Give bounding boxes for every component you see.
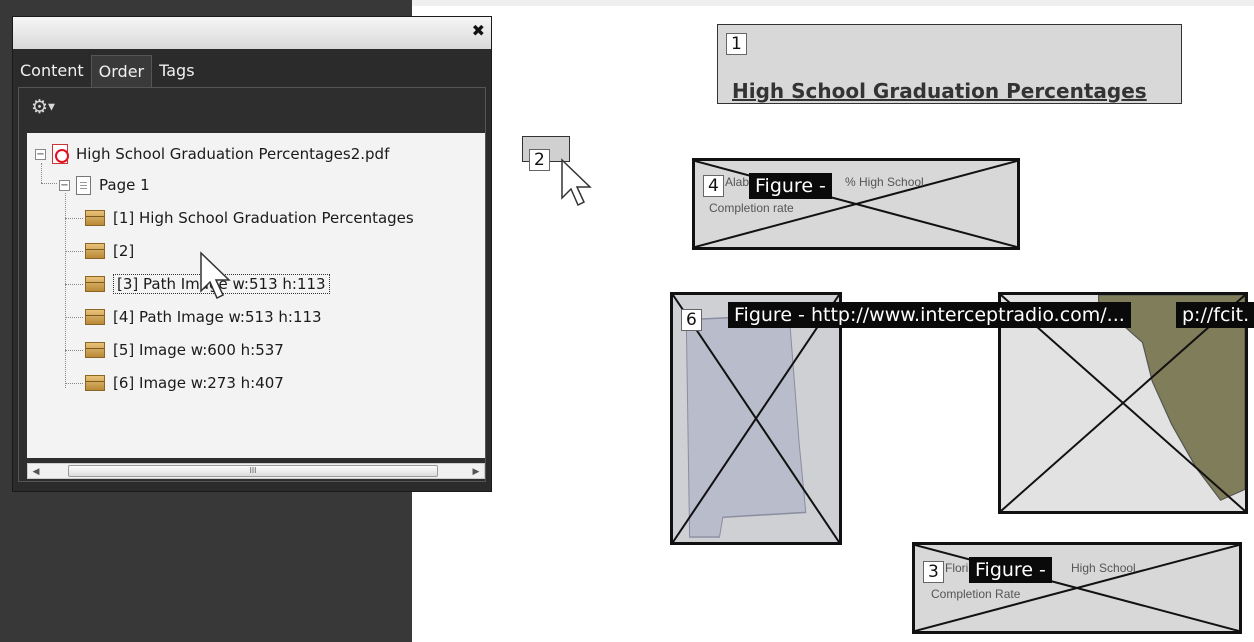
tree-item-1[interactable]: [1] High School Graduation Percentages <box>85 205 414 231</box>
faint-text: Completion Rate <box>931 587 1021 601</box>
tree-item-label: [5] Image w:600 h:537 <box>113 341 284 359</box>
gear-icon[interactable]: ⚙▼ <box>31 96 55 118</box>
box-title: High School Graduation Percentages <box>732 79 1147 103</box>
drag-pointer-icon <box>561 158 592 207</box>
order-tree: − High School Graduation Percentages2.pd… <box>27 133 485 458</box>
scroll-left-icon[interactable]: ◀ <box>28 464 44 478</box>
order-number-badge: 1 <box>726 33 747 55</box>
faint-text: Completion rate <box>709 201 794 215</box>
order-number-badge: 6 <box>681 309 702 331</box>
order-number-badge: 4 <box>703 175 724 197</box>
container-icon <box>85 309 105 325</box>
tree-item-5[interactable]: [5] Image w:600 h:537 <box>85 337 284 363</box>
container-icon <box>85 210 105 226</box>
figure-tooltip: Figure - <box>969 557 1052 583</box>
tag-box-3[interactable]: Flori High School Completion Rate 3 Figu… <box>912 542 1242 634</box>
tree-connector <box>65 193 66 388</box>
scrollbar-thumb[interactable]: III <box>68 465 438 477</box>
panel-body: ⚙▼ − High School Graduation Percentages2… <box>18 87 486 482</box>
page-icon <box>76 175 91 195</box>
faint-text: Flori <box>945 561 969 575</box>
tab-order[interactable]: Order <box>90 55 153 87</box>
figure-tooltip: Figure - <box>749 173 832 199</box>
collapse-icon[interactable]: − <box>59 179 70 191</box>
tree-connector <box>65 284 83 285</box>
figure-tooltip: Figure - http://www.interceptradio.com/.… <box>728 302 1131 328</box>
collapse-icon[interactable]: − <box>35 148 46 160</box>
faint-text: High School <box>1071 561 1136 575</box>
container-icon <box>85 342 105 358</box>
tree-item-label: [2] <box>113 242 135 260</box>
order-number-badge: 2 <box>529 149 550 171</box>
alabama-map-image <box>673 295 839 542</box>
order-number-badge: 3 <box>923 561 944 583</box>
tree-item-label: [4] Path Image w:513 h:113 <box>113 308 322 326</box>
horizontal-scrollbar[interactable]: ◀ III ▶ <box>27 463 485 479</box>
mouse-pointer-icon <box>200 251 231 300</box>
faint-text: % High School <box>845 175 924 189</box>
tab-content[interactable]: Content <box>13 55 91 87</box>
tree-item-4[interactable]: [4] Path Image w:513 h:113 <box>85 304 322 330</box>
close-icon[interactable]: ✖ <box>472 21 485 40</box>
panel-titlebar: ✖ <box>13 17 491 49</box>
tab-tags[interactable]: Tags <box>152 55 201 87</box>
tree-connector <box>65 251 83 252</box>
tree-item-document[interactable]: − High School Graduation Percentages2.pd… <box>35 141 389 167</box>
panel-tabs: Content Order Tags <box>13 55 202 87</box>
tag-box-4[interactable]: Alaba % High School Completion rate 4 Fi… <box>692 158 1020 250</box>
tag-box-1[interactable]: 1 High School Graduation Percentages <box>717 24 1182 104</box>
tree-item-6[interactable]: [6] Image w:273 h:407 <box>85 370 284 396</box>
tree-connector <box>65 350 83 351</box>
tree-item-label: [6] Image w:273 h:407 <box>113 374 284 392</box>
container-icon <box>85 243 105 259</box>
tree-item-page[interactable]: − Page 1 <box>59 172 150 198</box>
figure-tooltip-continued: p://fcit. <box>1176 302 1254 328</box>
page-label: Page 1 <box>99 176 150 194</box>
tree-item-label: [1] High School Graduation Percentages <box>113 209 414 227</box>
tag-box-6[interactable]: 6 <box>670 292 842 545</box>
scroll-right-icon[interactable]: ▶ <box>468 464 484 478</box>
document-label: High School Graduation Percentages2.pdf <box>76 145 390 163</box>
top-strip <box>412 0 1254 6</box>
order-panel: ✖ Content Order Tags ⚙▼ − High School Gr… <box>12 16 492 492</box>
container-icon <box>85 375 105 391</box>
tree-item-2[interactable]: [2] <box>85 238 134 264</box>
tree-connector <box>65 317 83 318</box>
tree-connector <box>65 383 83 384</box>
container-icon <box>85 276 105 292</box>
pdf-file-icon <box>52 144 69 164</box>
tree-connector <box>65 218 83 219</box>
tree-connector <box>41 183 57 184</box>
